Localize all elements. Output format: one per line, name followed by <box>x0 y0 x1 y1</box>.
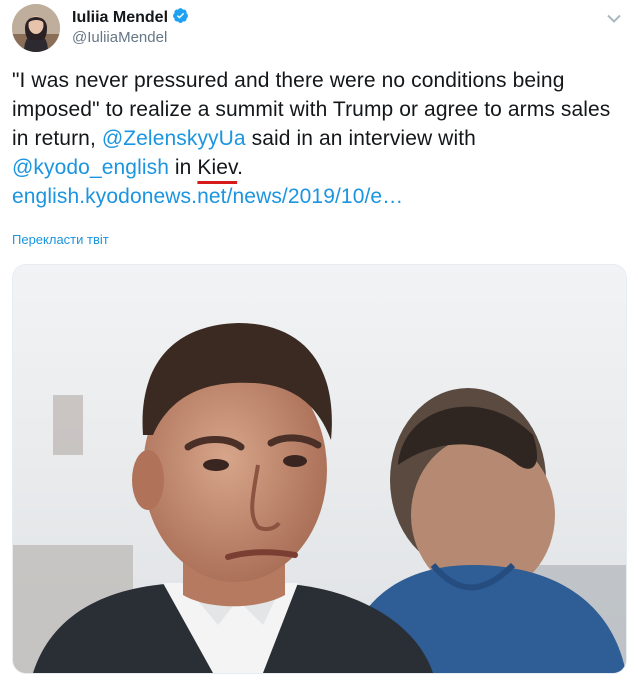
article-link[interactable]: english.kyodonews.net/news/2019/10/e… <box>12 185 403 208</box>
avatar[interactable] <box>12 4 60 52</box>
chevron-down-icon <box>607 14 621 23</box>
mention-link[interactable]: @ZelenskyyUa <box>102 127 246 150</box>
author-name-row[interactable]: Iuliia Mendel <box>72 7 189 29</box>
tweet-menu-button[interactable] <box>604 8 624 28</box>
author-name[interactable]: Iuliia Mendel <box>72 9 168 27</box>
tweet-text-part: said in an interview with <box>245 127 476 150</box>
tweet-card: Iuliia Mendel @IuliiaMendel "I was never… <box>0 0 638 680</box>
mention-link[interactable]: @kyodo_english <box>12 156 169 179</box>
tweet-text: "I was never pressured and there were no… <box>12 66 612 211</box>
author-handle[interactable]: @IuliiaMendel <box>72 29 167 46</box>
photo-illustration <box>13 265 626 673</box>
tweet-text-part: in <box>168 156 198 179</box>
verified-badge-icon <box>172 7 189 29</box>
tweet-photo[interactable] <box>12 264 627 674</box>
avatar-image <box>12 4 60 52</box>
tweet-text-part: . <box>237 156 244 179</box>
translate-tweet-link[interactable]: Перекласти твіт <box>12 232 109 247</box>
underlined-word: Kiev <box>197 156 238 179</box>
